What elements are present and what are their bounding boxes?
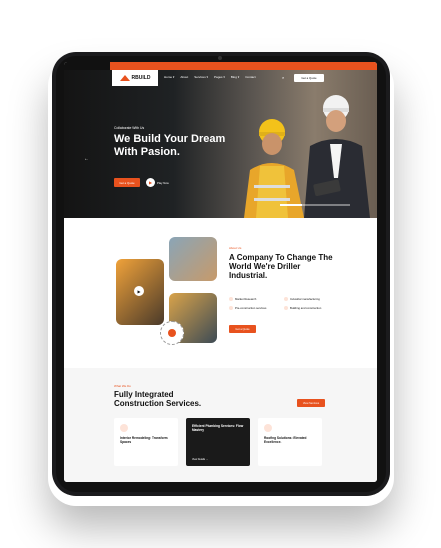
service-card-title: Interior Remodeling: Transform Spaces — [120, 436, 168, 444]
feature-label: Building and construction — [290, 306, 322, 310]
services-title: Fully Integrated Construction Services. — [114, 390, 202, 408]
rotating-badge — [160, 321, 184, 345]
play-icon[interactable]: ▶ — [146, 178, 155, 187]
nav-menu: Home ▾ About Services ▾ Pages ▾ Blog ▾ C… — [164, 75, 256, 79]
nav-item-contact[interactable]: Contact — [245, 75, 255, 79]
check-icon — [284, 297, 288, 301]
badge-center-icon — [168, 329, 176, 337]
site-logo[interactable]: RBUILD — [112, 70, 158, 86]
nav-item-about[interactable]: About — [180, 75, 188, 79]
nav-item-pages[interactable]: Pages ▾ — [214, 75, 225, 79]
about-section: ▶ About Us A Company To Change The World… — [64, 218, 377, 368]
service-card[interactable]: Interior Remodeling: Transform Spaces — [114, 418, 178, 466]
hero-engineer-figure — [304, 95, 370, 218]
top-info-bar — [64, 62, 377, 70]
services-section: What We Do Fully Integrated Construction… — [64, 368, 377, 482]
about-image-top — [169, 237, 217, 281]
hero-video-label[interactable]: Play Now — [157, 181, 169, 185]
check-icon — [229, 297, 233, 301]
website-screen: RBUILD Home ▾ About Services ▾ Pages ▾ B… — [64, 62, 377, 482]
logo-text: RBUILD — [131, 75, 151, 81]
about-quote-button[interactable]: Get a Quote — [229, 325, 256, 333]
nav-item-blog[interactable]: Blog ▾ — [231, 75, 239, 79]
feature-item: Market Research — [229, 297, 256, 301]
check-icon — [229, 306, 233, 310]
nav-quote-button[interactable]: Get a Quote — [294, 74, 324, 82]
about-eyebrow: About Us — [229, 246, 242, 250]
service-card-title: Roofing Solutions: Elevated Excellence. — [264, 436, 307, 444]
service-card-active[interactable]: Efficient Plumbing Services: Flow Master… — [186, 418, 250, 466]
check-icon — [284, 306, 288, 310]
feature-item: Industrial manufacturing — [284, 297, 320, 301]
nav-item-services[interactable]: Services ▾ — [194, 75, 208, 79]
slider-prev-arrow-icon[interactable]: ← — [84, 156, 89, 162]
slider-progress[interactable] — [280, 204, 350, 206]
search-icon[interactable]: ⌕ — [282, 75, 284, 80]
hero-eyebrow: Collaborate With Us — [114, 126, 145, 130]
feature-label: Pre-construction services — [235, 306, 267, 310]
services-eyebrow: What We Do — [114, 384, 131, 388]
logo-roof-icon — [119, 75, 130, 81]
main-navigation: RBUILD Home ▾ About Services ▾ Pages ▾ B… — [64, 70, 377, 86]
about-title: A Company To Change The World We're Dril… — [229, 253, 333, 280]
nav-item-home[interactable]: Home ▾ — [164, 75, 174, 79]
hero-quote-button[interactable]: Get a Quote — [114, 178, 140, 187]
top-bar-dark-segment — [64, 62, 110, 70]
service-card-title: Efficient Plumbing Services: Flow Master… — [192, 424, 244, 432]
feature-item: Pre-construction services — [229, 306, 266, 310]
service-icon — [120, 424, 128, 432]
video-play-icon[interactable]: ▶ — [134, 286, 144, 296]
camera-dot — [218, 56, 222, 60]
service-card[interactable]: Roofing Solutions: Elevated Excellence. — [258, 418, 322, 466]
hero-title: We Build Your Dream With Pasion. — [114, 133, 226, 158]
feature-item: Building and construction — [284, 306, 321, 310]
service-details-link[interactable]: View Details → — [192, 458, 208, 461]
top-bar-orange-segment — [110, 62, 377, 70]
feature-label: Industrial manufacturing — [290, 297, 320, 301]
feature-label: Market Research — [235, 297, 257, 301]
service-icon — [264, 424, 272, 432]
view-services-button[interactable]: View Services — [297, 399, 325, 407]
hero-section: RBUILD Home ▾ About Services ▾ Pages ▾ B… — [64, 70, 377, 218]
